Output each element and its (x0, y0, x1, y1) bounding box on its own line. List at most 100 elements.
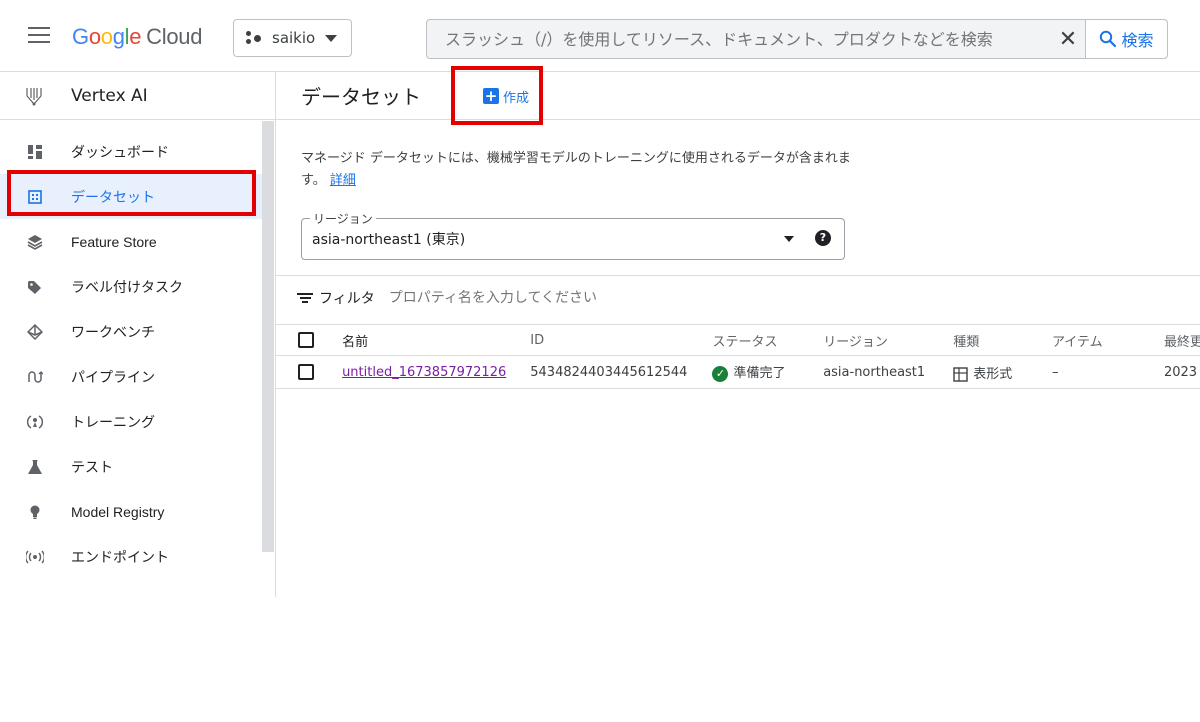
feature-store-icon (24, 231, 46, 253)
sidebar-scrollbar[interactable] (262, 121, 274, 552)
filter-icon (297, 291, 313, 305)
column-header-status[interactable]: ステータス (712, 324, 824, 356)
type-text: 表形式 (973, 366, 1013, 382)
row-select-cell (276, 355, 343, 389)
help-icon[interactable]: ? (815, 230, 831, 246)
project-dots-icon (246, 31, 264, 45)
clear-icon[interactable]: ✕ (1051, 27, 1085, 52)
status-text: 準備完了 (733, 366, 786, 382)
sidebar-item-label: エンドポイント (71, 549, 169, 566)
bulb-icon (24, 501, 46, 523)
cell-name: untitled_1673857972126 (342, 355, 531, 389)
logo-cloud-text: Cloud (146, 24, 203, 49)
main-content: データセット + 作成 マネージド データセットには、機械学習モデルのトレーニン… (276, 72, 1200, 597)
region-select[interactable]: リージョン asia-northeast1 (東京) ? (301, 210, 845, 260)
page-header: データセット (276, 72, 1200, 120)
divider (276, 275, 1200, 276)
search-input[interactable] (427, 20, 1051, 58)
sidebar-item-label: Feature Store (71, 233, 157, 250)
sidebar-item-test[interactable]: テスト (0, 444, 262, 489)
logo-letter: e (129, 24, 142, 49)
select-all-checkbox[interactable] (298, 332, 314, 348)
cell-status: ✓ 準備完了 (712, 355, 824, 389)
region-value: asia-northeast1 (東京) (312, 232, 466, 248)
hamburger-menu-icon[interactable] (28, 27, 50, 45)
sidebar-item-pipeline[interactable]: パイプライン (0, 354, 262, 399)
workbench-icon (24, 321, 46, 343)
pipeline-icon (24, 366, 46, 388)
sidebar-item-training[interactable]: トレーニング (0, 399, 262, 444)
column-header-updated[interactable]: 最終更新 (1163, 324, 1200, 356)
cell-updated: 2023 (1163, 355, 1200, 389)
sidebar-title: Vertex AI (71, 85, 148, 106)
sidebar-item-label: ラベル付けタスク (71, 279, 183, 296)
row-checkbox[interactable] (298, 364, 314, 380)
datasets-table: 名前 ID ステータス リージョン 種類 アイテム 最終更新 untitled_… (276, 324, 1200, 389)
sidebar-item-label: ダッシュボード (71, 144, 169, 161)
google-cloud-logo[interactable]: Google Cloud (72, 24, 202, 50)
search-button[interactable]: 検索 (1085, 20, 1167, 58)
sidebar-item-label: パイプライン (71, 369, 155, 386)
sidebar-item-feature-store[interactable]: Feature Store (0, 219, 262, 264)
sidebar-item-workbench[interactable]: ワークベンチ (0, 309, 262, 354)
sidebar-header[interactable]: Vertex AI (0, 72, 275, 120)
logo-letter: g (112, 24, 125, 49)
check-circle-icon: ✓ (712, 365, 729, 382)
sidebar-item-label: トレーニング (71, 414, 155, 431)
select-all-cell (276, 324, 343, 356)
flask-icon (24, 456, 46, 478)
sidebar-nav: ダッシュボード データセット Feature Store ラベル付けタスク ワー… (0, 129, 262, 579)
project-selector[interactable]: saikio (233, 19, 352, 57)
details-link[interactable]: 詳細 (330, 173, 356, 188)
filter-bar: フィルタ (297, 286, 749, 310)
sidebar: Vertex AI ダッシュボード データセット Feature Store ラ… (0, 72, 276, 597)
logo-letter: o (100, 24, 113, 49)
sidebar-item-model-registry[interactable]: Model Registry (0, 489, 262, 534)
table-row[interactable]: untitled_1673857972126 54348244034456125… (276, 355, 1200, 389)
logo-letter: G (72, 24, 89, 49)
sidebar-item-label: テスト (71, 459, 113, 476)
column-header-name[interactable]: 名前 (342, 324, 531, 356)
dashboard-icon (24, 141, 46, 163)
endpoint-icon (24, 546, 46, 568)
search-button-label: 検索 (1121, 31, 1154, 50)
column-header-type[interactable]: 種類 (953, 324, 1052, 356)
training-icon (24, 411, 46, 433)
label-tag-icon (24, 276, 46, 298)
create-button-label: 作成 (503, 90, 530, 106)
sidebar-item-labeling[interactable]: ラベル付けタスク (0, 264, 262, 309)
cell-items: – (1051, 355, 1164, 389)
table-header-row: 名前 ID ステータス リージョン 種類 アイテム 最終更新 (276, 324, 1200, 356)
top-bar: GoogleCloud saikio ✕ 検索 (0, 0, 1200, 72)
description-text: マネージド データセットには、機械学習モデルのトレーニングに使用されるデータが含… (301, 151, 851, 188)
filter-label: フィルタ (319, 291, 375, 307)
sidebar-item-label: ワークベンチ (71, 324, 155, 341)
project-name: saikio (272, 29, 316, 47)
sidebar-item-endpoint[interactable]: エンドポイント (0, 534, 262, 579)
search-icon (1100, 30, 1117, 48)
region-label: リージョン (310, 210, 376, 227)
cell-type: 表形式 (953, 355, 1052, 389)
logo-letter: o (88, 24, 101, 49)
sidebar-item-label: データセット (71, 189, 155, 206)
plus-icon: + (483, 87, 499, 105)
sidebar-item-dashboard[interactable]: ダッシュボード (0, 129, 262, 174)
page-description: マネージド データセットには、機械学習モデルのトレーニングに使用されるデータが含… (301, 148, 861, 192)
sidebar-item-label: Model Registry (71, 503, 165, 520)
create-button[interactable]: + 作成 (483, 82, 529, 110)
caret-down-icon (325, 34, 338, 42)
cell-id: 5434824403445612544 (530, 355, 713, 389)
app-window: GoogleCloud saikio ✕ 検索 (0, 0, 1200, 597)
page-title: データセット (301, 85, 421, 109)
sidebar-item-dataset[interactable]: データセット (0, 174, 262, 219)
table-grid-icon (953, 366, 968, 382)
column-header-region[interactable]: リージョン (823, 324, 954, 356)
caret-down-icon (784, 236, 794, 242)
column-header-id[interactable]: ID (530, 324, 713, 356)
column-header-items[interactable]: アイテム (1051, 324, 1164, 356)
filter-input[interactable] (388, 290, 749, 306)
search-bar: ✕ 検索 (426, 19, 1168, 59)
dataset-name-link[interactable]: untitled_1673857972126 (342, 365, 506, 380)
cell-region: asia-northeast1 (823, 355, 954, 389)
dataset-icon (24, 186, 46, 208)
